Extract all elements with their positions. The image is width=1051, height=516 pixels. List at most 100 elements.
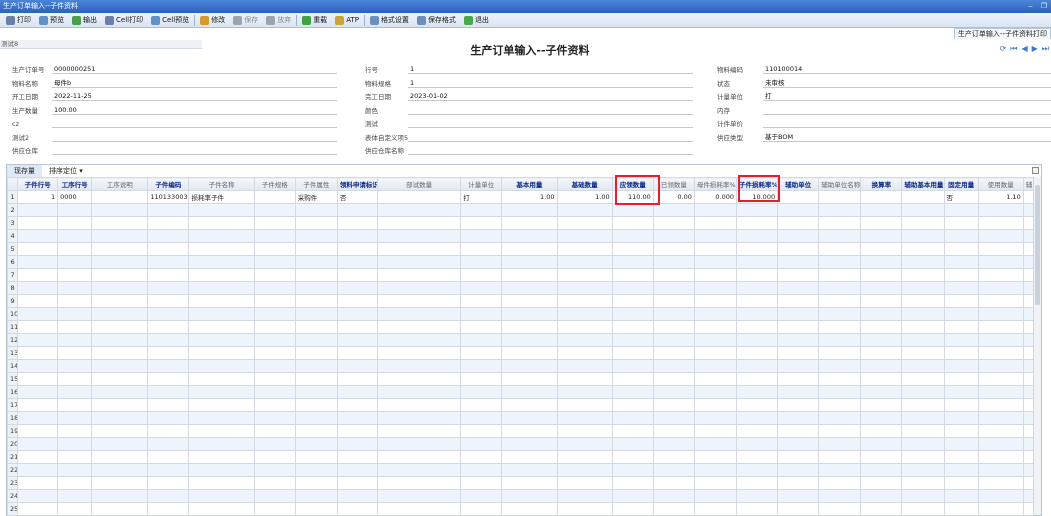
tab-print-preview[interactable]: 生产订单输入--子件资料打印 (953, 28, 1051, 39)
column-header[interactable]: 子件编码 (147, 177, 190, 191)
field-value[interactable] (52, 118, 337, 128)
table-cell[interactable] (188, 359, 255, 373)
table-cell[interactable] (977, 398, 1024, 412)
table-cell[interactable] (611, 476, 654, 490)
table-cell[interactable] (501, 229, 558, 243)
table-cell[interactable] (336, 346, 379, 360)
table-cell[interactable] (91, 476, 149, 490)
table-cell[interactable] (943, 216, 979, 230)
table-cell[interactable] (376, 463, 462, 477)
table-cell[interactable] (652, 450, 695, 464)
table-cell[interactable] (460, 502, 503, 516)
table-cell[interactable] (556, 320, 613, 334)
grid-options-icon[interactable] (1032, 167, 1039, 174)
table-cell[interactable]: 1.10 (977, 190, 1024, 204)
table-cell[interactable]: 0.00 (652, 190, 695, 204)
table-cell[interactable] (253, 502, 296, 516)
table-cell[interactable] (460, 450, 503, 464)
table-cell[interactable] (188, 437, 255, 451)
table-cell[interactable] (901, 450, 945, 464)
table-row[interactable]: 18 (6, 411, 1035, 425)
table-cell[interactable] (652, 242, 695, 256)
table-cell[interactable] (294, 203, 338, 217)
table-cell[interactable] (556, 229, 613, 243)
table-cell[interactable] (147, 385, 190, 399)
table-cell[interactable] (556, 294, 613, 308)
table-cell[interactable] (818, 190, 862, 204)
table-cell[interactable] (977, 320, 1024, 334)
table-cell[interactable] (294, 346, 338, 360)
table-cell[interactable] (735, 463, 779, 477)
table-cell[interactable] (253, 242, 296, 256)
table-cell[interactable] (460, 372, 503, 386)
table-cell[interactable] (611, 385, 654, 399)
table-cell[interactable] (253, 203, 296, 217)
table-cell[interactable] (652, 281, 695, 295)
table-cell[interactable] (735, 294, 779, 308)
table-cell[interactable] (735, 229, 779, 243)
table-cell[interactable] (652, 424, 695, 438)
table-cell[interactable] (376, 294, 462, 308)
table-cell[interactable] (556, 450, 613, 464)
table-cell[interactable] (17, 203, 59, 217)
table-cell[interactable] (147, 398, 190, 412)
table-cell[interactable]: 否 (943, 190, 979, 204)
table-cell[interactable] (943, 372, 979, 386)
table-cell[interactable] (860, 437, 903, 451)
field-value[interactable]: 未审核 (763, 78, 1051, 88)
table-cell[interactable] (460, 255, 503, 269)
column-header[interactable]: 领料申请标识 (336, 177, 379, 191)
column-header[interactable]: 子件规格 (253, 177, 296, 191)
table-cell[interactable] (611, 229, 654, 243)
table-cell[interactable] (777, 476, 820, 490)
table-cell[interactable] (57, 333, 93, 347)
table-cell[interactable] (253, 255, 296, 269)
table-cell[interactable] (818, 320, 862, 334)
table-cell[interactable] (556, 489, 613, 503)
table-cell[interactable] (818, 489, 862, 503)
table-cell[interactable] (818, 346, 862, 360)
table-cell[interactable] (91, 424, 149, 438)
table-cell[interactable] (901, 333, 945, 347)
table-cell[interactable] (294, 307, 338, 321)
field-value[interactable]: 2022-11-25 (52, 91, 337, 101)
table-cell[interactable] (336, 333, 379, 347)
table-row[interactable]: 23 (6, 476, 1035, 490)
table-cell[interactable] (294, 294, 338, 308)
table-cell[interactable] (735, 502, 779, 516)
table-cell[interactable] (460, 411, 503, 425)
table-cell[interactable] (977, 294, 1024, 308)
field-value[interactable]: 110100014 (763, 64, 1051, 74)
table-cell[interactable] (17, 450, 59, 464)
table-cell[interactable] (501, 320, 558, 334)
table-cell[interactable] (556, 216, 613, 230)
table-cell[interactable] (57, 242, 93, 256)
toolbar-button-3[interactable]: Cell打印 (101, 14, 147, 27)
table-row[interactable]: 11 (6, 320, 1035, 334)
table-cell[interactable] (977, 437, 1024, 451)
table-cell[interactable] (693, 242, 737, 256)
table-cell[interactable] (460, 359, 503, 373)
table-cell[interactable] (188, 216, 255, 230)
table-cell[interactable] (1022, 385, 1035, 399)
table-cell[interactable] (735, 320, 779, 334)
table-cell[interactable] (652, 398, 695, 412)
table-cell[interactable] (17, 346, 59, 360)
table-cell[interactable] (977, 359, 1024, 373)
table-cell[interactable]: 损耗率子件 (188, 190, 255, 204)
table-cell[interactable] (57, 372, 93, 386)
table-cell[interactable] (147, 346, 190, 360)
table-row[interactable]: 22 (6, 463, 1035, 477)
table-cell[interactable] (336, 255, 379, 269)
toolbar-button-10[interactable]: 格式设置 (366, 14, 413, 27)
table-cell[interactable] (460, 307, 503, 321)
table-cell[interactable] (977, 463, 1024, 477)
column-header[interactable]: 应领数量 (611, 177, 654, 191)
table-cell[interactable] (943, 346, 979, 360)
table-cell[interactable] (336, 489, 379, 503)
table-cell[interactable] (376, 255, 462, 269)
table-cell[interactable] (91, 463, 149, 477)
table-cell[interactable] (777, 359, 820, 373)
table-cell[interactable] (376, 333, 462, 347)
table-row[interactable]: 24 (6, 489, 1035, 503)
